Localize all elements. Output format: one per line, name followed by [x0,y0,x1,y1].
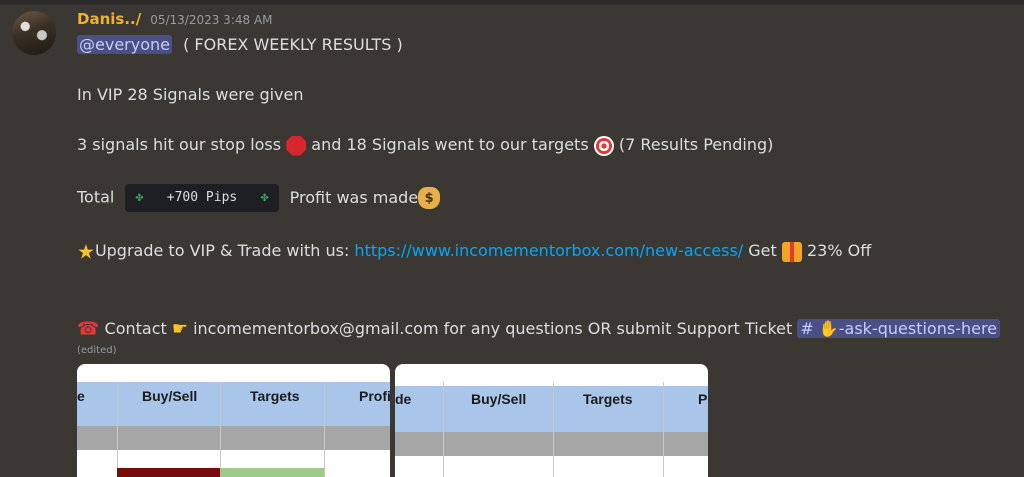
header-row [77,382,390,406]
message-header: Danis../ 05/13/2023 3:48 AM [77,10,1012,34]
sheet-row [395,432,708,456]
results-text-1: 3 signals hit our stop loss [77,135,282,154]
contact-rest: for any questions OR submit Support Tick… [443,318,793,338]
column-header: Profi [359,388,390,404]
header-row [395,386,708,410]
gift-icon [781,241,802,262]
sell-cell [117,468,220,477]
star-icon: ★ [77,239,95,264]
upgrade-link[interactable]: https://www.incomementorbox.com/new-acce… [354,241,743,260]
sheet-row [395,410,708,432]
get-text: Get [748,241,777,260]
clover-icon: ✤ [260,190,269,205]
attachment-image-1[interactable]: e Buy/Sell Targets Profi [77,364,390,477]
results-text-2: and 18 Signals went to our targets [311,135,589,154]
title-line: @everyone ( FOREX WEEKLY RESULTS ) [77,34,1012,56]
timestamp: 05/13/2023 3:48 AM [150,13,273,27]
target-icon [593,135,614,156]
grid-line [553,382,554,477]
vip-line: In VIP 28 Signals were given [77,85,304,104]
grid-line [663,382,664,477]
top-bar [0,0,1024,5]
username[interactable]: Danis../ [77,10,141,28]
grid-line [220,382,221,477]
grid-line [324,382,325,477]
column-header: Targets [250,388,300,404]
total-line: Total ✤ +700 Pips ✤ Profit was made $ [77,184,1012,212]
sheet-row [77,426,390,450]
target-cell [220,468,324,477]
edited-label: (edited) [77,345,117,356]
column-header: Buy/Sell [142,388,198,404]
total-prefix: Total [77,187,115,207]
upgrade-line: ★Upgrade to VIP & Trade with us: https:/… [77,240,1012,263]
money-bag-icon: $ [418,187,441,209]
column-header: Buy/Sell [471,391,527,407]
column-header: Targets [583,391,633,407]
raising-hand-icon: ✋ [818,318,839,338]
column-header: de [395,391,412,407]
contact-line: ☎ Contact ☛ incomementorbox@gmail.com fo… [77,318,1012,341]
results-line: 3 signals hit our stop loss and 18 Signa… [77,134,1012,156]
everyone-mention[interactable]: @everyone [77,35,172,54]
grid-line [443,382,444,477]
discount-text: 23% Off [806,241,872,260]
pips-value: +700 Pips [166,190,238,205]
results-text-3: (7 Results Pending) [618,135,774,154]
telephone-icon: ☎ [77,318,100,339]
channel-link[interactable]: # ✋-ask-questions-here [797,318,1001,338]
avatar[interactable] [12,11,56,55]
clover-icon: ✤ [135,190,144,205]
stop-sign-icon [286,135,307,156]
upgrade-text: Upgrade to VIP & Trade with us: [94,241,350,260]
channel-name: -ask-questions-here [838,318,998,338]
grid-line [117,382,118,477]
column-header: e [77,388,85,404]
column-header: P [698,391,708,407]
pointing-hand-icon: ☛ [171,318,188,339]
pips-code-block: ✤ +700 Pips ✤ [125,184,279,212]
sheet-row [77,406,390,426]
total-suffix: Profit was made [289,187,419,207]
contact-text: Contact [104,318,167,338]
message-title: ( FOREX WEEKLY RESULTS ) [183,35,403,54]
attachment-image-2[interactable]: de Buy/Sell Targets P [395,364,708,477]
channel-hash: # [800,318,814,338]
message: Danis../ 05/13/2023 3:48 AM @everyone ( … [77,10,1012,340]
contact-email: incomementorbox@gmail.com [193,318,439,338]
